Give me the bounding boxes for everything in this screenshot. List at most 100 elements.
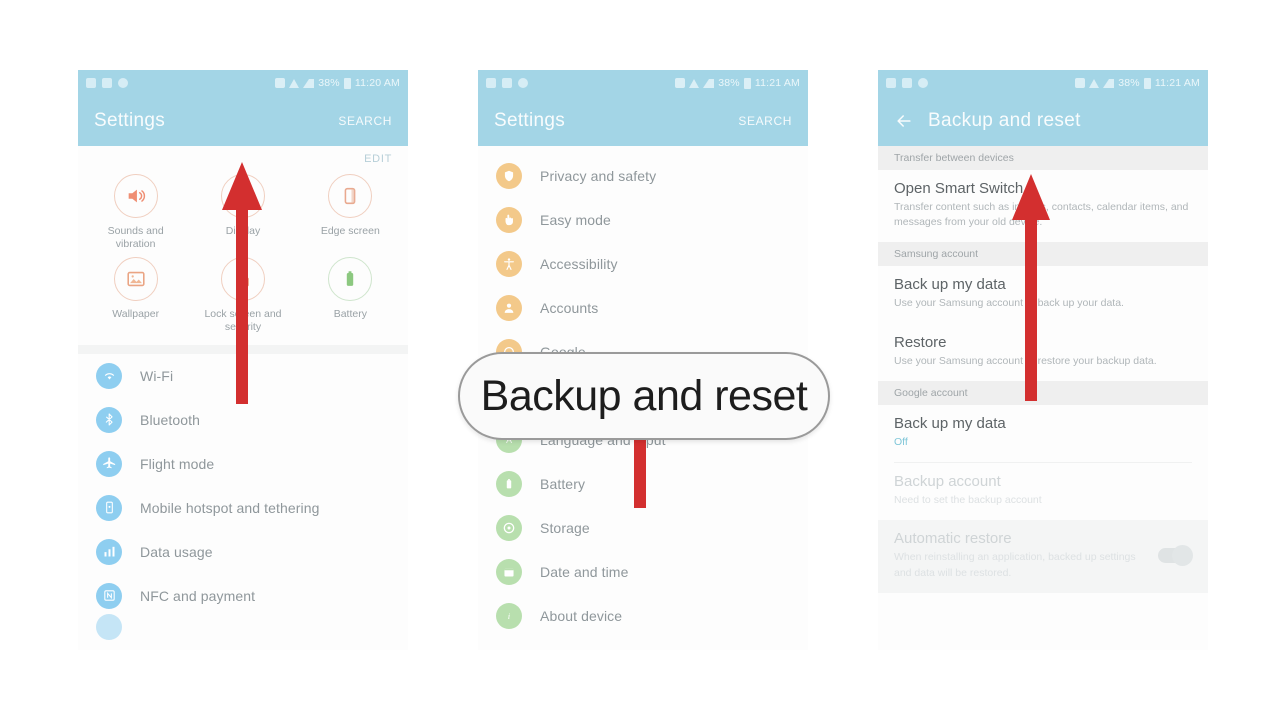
airplane-icon xyxy=(96,450,122,477)
section-divider xyxy=(78,344,408,354)
page-title: Backup and reset xyxy=(928,110,1081,131)
grid-item-label: Battery xyxy=(333,308,367,321)
bluetooth-icon xyxy=(96,406,122,433)
signal-status-icon xyxy=(703,78,715,88)
section-header-transfer-between-devices: Transfer between devices xyxy=(878,146,1208,170)
wifi-status-icon xyxy=(289,78,300,88)
grid-item-battery[interactable]: Battery xyxy=(297,257,404,334)
list-item-about-device[interactable]: i About device xyxy=(478,594,808,638)
list-item-partial[interactable] xyxy=(78,613,408,640)
grid-item-wallpaper[interactable]: Wallpaper xyxy=(82,257,189,334)
detail-item-google-back-up-my-data[interactable]: Back up my data Off xyxy=(878,405,1208,462)
nfc-status-icon xyxy=(675,78,686,88)
status-bar: 38% 11:21 AM xyxy=(478,70,808,96)
app-bar: Settings SEARCH xyxy=(478,96,808,146)
back-arrow-icon[interactable] xyxy=(894,111,914,131)
list-item-label: About device xyxy=(540,608,623,624)
lock-icon xyxy=(220,257,265,302)
backup-reset-scroll-area[interactable]: Transfer between devices Open Smart Swit… xyxy=(878,146,1208,650)
grid-item-label: Wallpaper xyxy=(112,308,160,321)
status-right-icons: 38% 11:21 AM xyxy=(1075,77,1200,89)
automatic-restore-toggle[interactable] xyxy=(1158,545,1193,567)
list-item-easy-mode[interactable]: Easy mode xyxy=(478,198,808,242)
battery-icon xyxy=(343,77,351,89)
edge-screen-icon xyxy=(328,174,373,218)
list-item-accounts[interactable]: Accounts xyxy=(478,286,808,330)
status-bar: 38% 11:20 AM xyxy=(78,70,408,96)
search-button[interactable]: SEARCH xyxy=(738,114,792,128)
clock: 11:21 AM xyxy=(1154,77,1200,89)
calendar-icon xyxy=(496,559,522,585)
list-item-accessibility[interactable]: Accessibility xyxy=(478,242,808,286)
list-item-label: Data usage xyxy=(140,543,213,560)
list-item-label: Mobile hotspot and tethering xyxy=(140,499,320,516)
list-item-bluetooth[interactable]: Bluetooth xyxy=(78,398,408,442)
list-item-battery[interactable]: Battery xyxy=(478,462,808,506)
battery-icon xyxy=(496,471,522,497)
battery-icon xyxy=(1143,77,1151,89)
accessibility-icon xyxy=(496,251,522,277)
grid-item-label: Sounds and vibration xyxy=(107,225,164,251)
list-item-label: Battery xyxy=(540,476,586,492)
list-item-label: Bluetooth xyxy=(140,411,201,428)
wifi-icon xyxy=(96,362,122,389)
list-item-nfc-and-payment[interactable]: NFC and payment xyxy=(78,574,408,618)
grid-item-edge-screen[interactable]: Edge screen xyxy=(297,174,404,251)
wifi-status-icon xyxy=(1089,78,1100,88)
list-item-label: Accessibility xyxy=(540,256,618,272)
download-icon xyxy=(102,78,112,88)
detail-subtitle: Transfer content such as images, contact… xyxy=(894,201,1189,229)
page-title: Settings xyxy=(494,110,566,131)
status-bar: 38% 11:21 AM xyxy=(878,70,1208,96)
detail-item-open-smart-switch[interactable]: Open Smart Switch Transfer content such … xyxy=(878,170,1208,242)
phone-panel-backup-and-reset: 38% 11:21 AM Backup and reset Transfer b… xyxy=(878,70,1208,650)
list-item-date-and-time[interactable]: Date and time xyxy=(478,550,808,594)
settings-scroll-area[interactable]: EDIT Sounds and vibration Display Edge s… xyxy=(78,146,408,650)
detail-item-backup-account: Backup account Need to set the backup ac… xyxy=(878,463,1208,520)
detail-item-samsung-back-up-my-data[interactable]: Back up my data Use your Samsung account… xyxy=(878,266,1208,323)
signal-status-icon xyxy=(303,78,315,88)
grid-item-sounds-and-vibration[interactable]: Sounds and vibration xyxy=(82,174,189,251)
detail-subtitle: When reinstalling an application, backed… xyxy=(894,551,1136,579)
battery-icon xyxy=(328,257,373,302)
grid-item-label: Edge screen xyxy=(320,225,380,237)
quick-settings-grid: Sounds and vibration Display Edge screen xyxy=(78,172,408,345)
svg-text:i: i xyxy=(508,611,511,621)
accounts-icon xyxy=(496,295,522,321)
section-header-samsung-account: Samsung account xyxy=(878,242,1208,267)
edit-button[interactable]: EDIT xyxy=(364,153,392,165)
battery-percent: 38% xyxy=(318,77,340,89)
screenshot-icon xyxy=(886,78,896,88)
screenshot-icon xyxy=(86,78,96,88)
list-item-data-usage[interactable]: Data usage xyxy=(78,530,408,574)
status-left-icons xyxy=(86,78,128,88)
search-button[interactable]: SEARCH xyxy=(338,114,392,128)
list-item-label: Flight mode xyxy=(140,455,215,472)
nfc-status-icon xyxy=(275,78,286,88)
detail-item-restore[interactable]: Restore Use your Samsung account to rest… xyxy=(878,324,1208,381)
signal-status-icon xyxy=(1103,78,1115,88)
status-right-icons: 38% 11:20 AM xyxy=(275,77,400,89)
download-icon xyxy=(902,78,912,88)
hotspot-icon xyxy=(96,494,122,521)
wifi-status-icon xyxy=(689,78,700,88)
phone-panel-settings-main: 38% 11:20 AM Settings SEARCH EDIT Sounds… xyxy=(78,70,408,650)
data-usage-icon xyxy=(96,538,122,565)
partial-icon xyxy=(96,613,122,640)
detail-item-automatic-restore: Automatic restore When reinstalling an a… xyxy=(878,520,1208,593)
list-item-mobile-hotspot-and-tethering[interactable]: Mobile hotspot and tethering xyxy=(78,486,408,530)
list-item-flight-mode[interactable]: Flight mode xyxy=(78,442,408,486)
list-item-privacy-and-safety[interactable]: Privacy and safety xyxy=(478,154,808,198)
grid-item-label: Lock screen and security xyxy=(204,308,282,334)
list-item-wi-fi[interactable]: Wi-Fi xyxy=(78,354,408,398)
list-item-label: Accounts xyxy=(540,300,599,316)
grid-item-display[interactable]: Display xyxy=(189,174,296,251)
download-icon xyxy=(502,78,512,88)
app-notification-icon xyxy=(918,78,928,88)
callout-bubble: Backup and reset xyxy=(458,352,830,440)
app-bar: Settings SEARCH xyxy=(78,96,408,146)
list-item-storage[interactable]: Storage xyxy=(478,506,808,550)
detail-title: Restore xyxy=(894,333,947,351)
brightness-icon xyxy=(220,174,265,218)
grid-item-lock-screen-and-security[interactable]: Lock screen and security xyxy=(189,257,296,334)
